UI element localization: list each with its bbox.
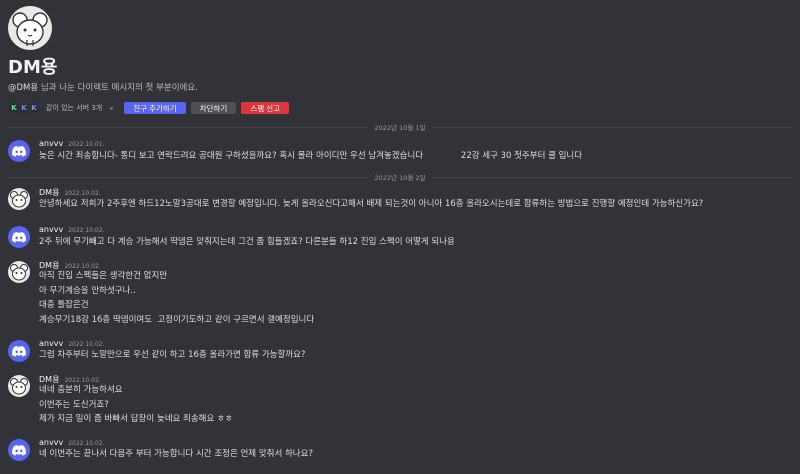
date-divider: 2022년 10월 2일 (8, 172, 792, 182)
mouse-icon (12, 12, 48, 46)
message-text: 아직 진입 스펙들은 생각한건 없지만 (39, 271, 168, 281)
dm-subtitle: @DM용 님과 나눈 다이렉트 메시지의 첫 부분이에요. (8, 82, 792, 94)
timestamp: 2022.10.02. (64, 377, 101, 384)
date-divider-label: 2022년 10월 2일 (374, 174, 426, 182)
mouse-icon (10, 264, 28, 281)
dm-actions: K K K 같이 있는 서버 3개 친구 추가하기 차단하기 스팸 신고 (8, 101, 792, 115)
server-icon: K (28, 102, 40, 114)
message-text: 네 이번주는 끝나서 다음주 부터 가능합니다 시간 조정은 언제 맞춰서 하나… (39, 449, 313, 459)
author-avatar[interactable] (8, 439, 30, 461)
report-spam-button[interactable]: 스팸 신고 (241, 102, 289, 114)
timestamp: 2022.10.02. (68, 440, 105, 447)
timestamp: 2022.10.02. (68, 227, 105, 234)
author-avatar[interactable] (8, 261, 30, 283)
timestamp: 2022.10.02. (64, 263, 101, 270)
mouse-icon (10, 378, 28, 395)
message-text: 2주 뒤에 무기빼고 다 계승 가능해서 딱뎀은 맞춰지는데 그건 좀 힘들겠죠… (39, 237, 455, 247)
author-name[interactable]: anvvv (39, 339, 63, 348)
date-divider-label: 2022년 10월 1일 (374, 124, 426, 132)
author-avatar[interactable] (8, 340, 30, 362)
message-text: 이번주는 도신거죠? (39, 400, 109, 410)
author-avatar[interactable] (8, 226, 30, 248)
author-avatar[interactable] (8, 375, 30, 397)
discord-icon (12, 345, 26, 357)
author-name[interactable]: DM용 (39, 187, 59, 198)
message-text: 제가 지금 일이 좀 바빠서 답장이 늦네요 죄송해요 ㅎㅎ (39, 414, 233, 424)
date-divider: 2022년 10월 1일 (8, 122, 792, 132)
message-text: 늦은 시간 죄송합니다- 통디 보고 연락드려요 공대원 구하셨을까요? 혹시 … (39, 151, 583, 161)
author-name[interactable]: anvvv (39, 438, 63, 447)
author-name[interactable]: anvvv (39, 225, 63, 234)
discord-icon (12, 231, 26, 243)
timestamp: 2022.10.02. (68, 341, 105, 348)
author-name[interactable]: anvvv (39, 139, 63, 148)
mutual-server-icons[interactable]: K K K (8, 102, 40, 114)
dm-header: DM용 @DM용 님과 나눈 다이렉트 메시지의 첫 부분이에요. K K K … (8, 6, 792, 115)
block-button[interactable]: 차단하기 (190, 102, 237, 114)
timestamp: 2022.10.02. (64, 190, 101, 197)
mutual-servers-link[interactable]: 같이 있는 서버 3개 (46, 103, 102, 113)
author-avatar[interactable] (8, 140, 30, 162)
mouse-icon (10, 191, 28, 208)
message-text: 그럼 차주부터 노말만으로 우선 같이 하고 16층 올라가면 합류 가능할까요… (39, 350, 306, 360)
message-text: 아 무기계승을 안하셧구나.. (39, 286, 136, 296)
discord-icon (12, 145, 26, 157)
dm-avatar[interactable] (8, 6, 52, 50)
message-text: 계승무기18강 16층 딱뎀이여도 고정이기도하고 같이 구르면서 갤예정입니다 (39, 315, 315, 325)
separator-dot (110, 106, 114, 110)
timestamp: 2022.10.01. (68, 141, 105, 148)
dm-title: DM용 (8, 57, 58, 78)
message-text: 네네 충분히 가능하셔요 (39, 385, 123, 395)
dm-subtitle-text: 님과 나눈 다이렉트 메시지의 첫 부분이에요. (38, 83, 198, 93)
dm-subtitle-name: @DM용 (8, 83, 39, 93)
message-text: 안녕하세요 저희가 2주후엔 하드12노말3공대로 변경할 예정입니다. 늦게 … (39, 199, 704, 209)
message-text: 대충 틀잡은건 (39, 300, 89, 310)
author-avatar[interactable] (8, 188, 30, 210)
discord-icon (12, 444, 26, 456)
add-friend-button[interactable]: 친구 추가하기 (124, 102, 186, 114)
